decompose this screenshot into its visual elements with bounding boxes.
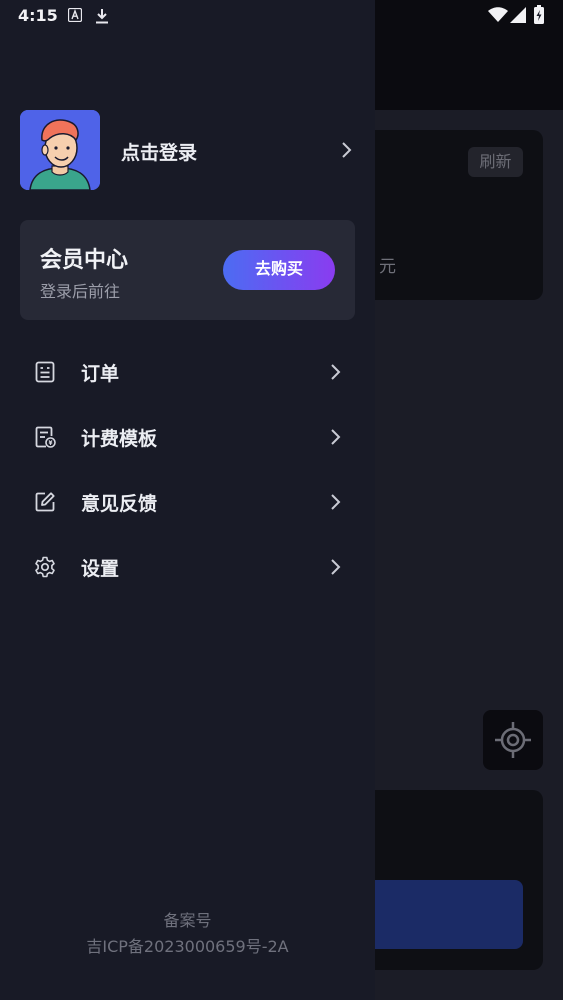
login-prompt[interactable]: 点击登录 [121, 138, 197, 165]
menu-label-billing-template: 计费模板 [81, 428, 158, 450]
chevron-right-icon [331, 494, 341, 510]
member-center-subtitle: 登录后前往 [40, 282, 121, 301]
menu-label-settings: 设置 [81, 558, 120, 580]
signal-icon [510, 7, 526, 23]
gear-icon [35, 556, 55, 578]
currency-label: 元 [379, 257, 396, 277]
record-footer: 备案号 吉ICP备2023000659号-2A [0, 908, 375, 960]
menu-item-feedback[interactable]: 意见反馈 [0, 470, 375, 535]
chevron-right-icon [342, 142, 352, 158]
menu-item-billing-template[interactable]: 计费模板 [0, 405, 375, 470]
profile-header[interactable]: 点击登录 [20, 110, 355, 190]
battery-charging-icon [534, 5, 544, 24]
member-center-card: 会员中心 登录后前往 去购买 [20, 220, 355, 320]
download-icon [96, 9, 108, 24]
icp-record-link[interactable]: 吉ICP备2023000659号-2A [0, 934, 375, 960]
navigation-drawer: 点击登录 会员中心 登录后前往 去购买 订单 计费模板 意见反馈 设置 备案号 … [0, 0, 375, 1000]
billing-template-icon [35, 426, 56, 448]
menu-item-orders[interactable]: 订单 [0, 340, 375, 405]
background-action-button[interactable] [360, 880, 523, 949]
order-icon [35, 361, 55, 383]
menu-label-feedback: 意见反馈 [81, 493, 158, 515]
chevron-right-icon [331, 364, 341, 380]
status-bar: 4:15 [0, 0, 563, 32]
status-time: 4:15 [18, 6, 58, 25]
record-title: 备案号 [163, 911, 212, 930]
chevron-right-icon [331, 559, 341, 575]
avatar-illustration-icon [20, 110, 100, 190]
font-notification-icon [68, 8, 82, 22]
locate-button[interactable] [483, 710, 543, 770]
refresh-button[interactable]: 刷新 [468, 147, 523, 177]
chevron-right-icon [331, 429, 341, 445]
menu-label-orders: 订单 [81, 363, 120, 385]
wifi-icon [488, 7, 508, 22]
avatar[interactable] [20, 110, 100, 190]
buy-button[interactable]: 去购买 [223, 250, 335, 290]
crosshair-icon [495, 722, 531, 758]
edit-icon [35, 492, 55, 512]
menu-item-settings[interactable]: 设置 [0, 535, 375, 600]
member-center-title: 会员中心 [40, 248, 129, 273]
